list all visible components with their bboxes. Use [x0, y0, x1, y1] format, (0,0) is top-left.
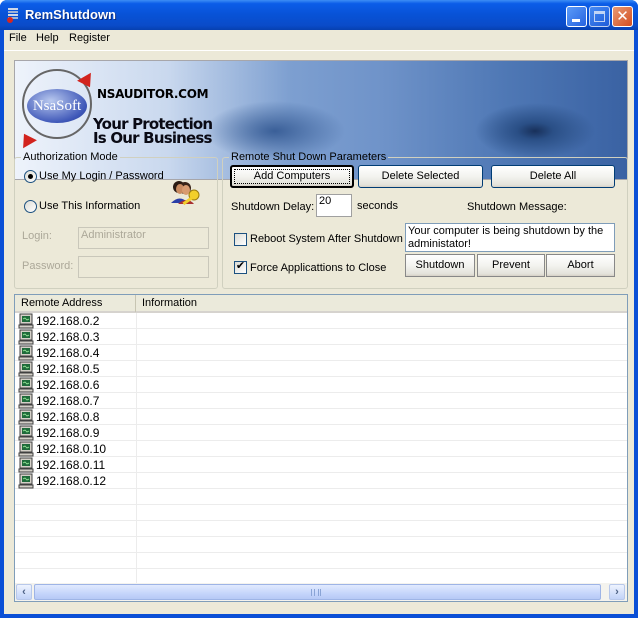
computers-list[interactable]: Remote Address Information 192.168.0.2 19…	[14, 294, 628, 602]
computer-icon	[18, 377, 34, 393]
radio-selected-dot	[28, 174, 33, 179]
menu-help[interactable]: Help	[36, 32, 59, 44]
logo-arrow-icon	[17, 129, 37, 149]
list-row[interactable]: 192.168.0.11	[15, 457, 627, 473]
minimize-icon	[572, 19, 580, 22]
remote-address: 192.168.0.12	[36, 474, 107, 488]
shutdown-delay-input[interactable]: 20	[316, 194, 352, 217]
password-input[interactable]	[78, 256, 209, 278]
computer-icon	[18, 345, 34, 361]
shutdown-message-label: Shutdown Message:	[467, 201, 567, 213]
password-label: Password:	[22, 260, 74, 272]
shutdown-message-input[interactable]: Your computer is being shutdown by the a…	[405, 223, 615, 252]
list-row[interactable]: 192.168.0.9	[15, 425, 627, 441]
computer-icon	[18, 313, 34, 329]
computer-icon	[18, 457, 34, 473]
brand-tagline: Your Protection Is Our Business	[93, 117, 213, 147]
abort-button[interactable]: Abort	[546, 254, 615, 277]
remote-address: 192.168.0.5	[36, 362, 100, 376]
column-divider	[136, 313, 137, 583]
column-remote-address[interactable]: Remote Address	[15, 295, 136, 312]
add-computers-button[interactable]: Add Computers	[230, 165, 354, 188]
computer-icon	[18, 361, 34, 377]
parameters-legend: Remote Shut Down Parameters	[231, 151, 387, 163]
app-window: RemShutdown ✕ File Help Register NsaSoft…	[0, 0, 638, 618]
close-icon: ✕	[616, 8, 629, 25]
prevent-button[interactable]: Prevent	[477, 254, 545, 277]
scroll-thumb[interactable]	[34, 584, 601, 600]
authorization-legend: Authorization Mode	[23, 151, 118, 163]
list-row[interactable]: 192.168.0.5	[15, 361, 627, 377]
remote-address: 192.168.0.3	[36, 330, 100, 344]
remote-address: 192.168.0.4	[36, 346, 100, 360]
minimize-button[interactable]	[566, 6, 587, 27]
grip-icon	[311, 589, 321, 596]
empty-row	[15, 489, 627, 505]
list-row[interactable]: 192.168.0.2	[15, 313, 627, 329]
nsasoft-logo: NsaSoft	[27, 89, 87, 123]
list-row[interactable]: 192.168.0.12	[15, 473, 627, 489]
computer-icon	[18, 473, 34, 489]
radio-use-my-login-label[interactable]: Use My Login / Password	[39, 170, 164, 182]
reboot-label[interactable]: Reboot System After Shutdown	[250, 233, 403, 245]
client-area: File Help Register NsaSoft NSAUDITOR.COM…	[4, 30, 634, 614]
brand-site: NSAUDITOR.COM	[97, 87, 209, 101]
delete-selected-button[interactable]: Delete Selected	[358, 165, 483, 188]
computer-icon	[18, 425, 34, 441]
scroll-right-button[interactable]: ›	[609, 584, 625, 600]
computer-icon	[18, 329, 34, 345]
app-shutdown-icon	[7, 8, 18, 23]
remote-address: 192.168.0.2	[36, 314, 100, 328]
maximize-icon	[594, 11, 605, 22]
force-close-checkbox[interactable]: ✔	[234, 260, 247, 274]
users-key-icon	[171, 181, 200, 206]
list-body: 192.168.0.2 192.168.0.3 192.168.0.4 192.168…	[15, 313, 627, 583]
empty-row	[15, 553, 627, 569]
window-title: RemShutdown	[25, 7, 116, 22]
remote-address: 192.168.0.8	[36, 410, 100, 424]
computer-icon	[18, 441, 34, 457]
shutdown-delay-label: Shutdown Delay:	[231, 201, 315, 213]
computer-icon	[18, 393, 34, 409]
list-row[interactable]: 192.168.0.7	[15, 393, 627, 409]
list-row[interactable]: 192.168.0.3	[15, 329, 627, 345]
remote-address: 192.168.0.7	[36, 394, 100, 408]
column-information[interactable]: Information	[136, 295, 627, 312]
list-row[interactable]: 192.168.0.4	[15, 345, 627, 361]
reboot-checkbox[interactable]	[234, 233, 247, 246]
list-row[interactable]: 192.168.0.8	[15, 409, 627, 425]
empty-row	[15, 537, 627, 553]
menu-register[interactable]: Register	[69, 32, 110, 44]
empty-row	[15, 521, 627, 537]
remote-address: 192.168.0.10	[36, 442, 107, 456]
horizontal-scrollbar[interactable]: ‹ ›	[15, 583, 627, 601]
computer-icon	[18, 409, 34, 425]
tagline-line-2: Is Our Business	[93, 129, 212, 147]
maximize-button[interactable]	[589, 6, 610, 27]
delete-all-button[interactable]: Delete All	[491, 165, 615, 188]
remote-address: 192.168.0.9	[36, 426, 100, 440]
login-input[interactable]: Administrator	[78, 227, 209, 249]
empty-row	[15, 569, 627, 583]
login-label: Login:	[22, 230, 52, 242]
remote-address: 192.168.0.6	[36, 378, 100, 392]
radio-use-my-login[interactable]	[24, 170, 37, 183]
menu-bar: File Help Register	[4, 30, 634, 48]
menu-file[interactable]: File	[9, 32, 27, 44]
seconds-label: seconds	[357, 200, 398, 212]
force-close-label[interactable]: Force Applicattions to Close	[250, 262, 386, 274]
scroll-left-button[interactable]: ‹	[16, 584, 32, 600]
list-header: Remote Address Information	[15, 295, 627, 313]
shutdown-button[interactable]: Shutdown	[405, 254, 475, 277]
list-row[interactable]: 192.168.0.6	[15, 377, 627, 393]
radio-use-this-info[interactable]	[24, 200, 37, 213]
title-bar[interactable]: RemShutdown ✕	[0, 0, 638, 30]
radio-use-this-info-label[interactable]: Use This Information	[39, 200, 140, 212]
close-button[interactable]: ✕	[612, 6, 633, 27]
remote-address: 192.168.0.11	[36, 458, 106, 472]
checkmark-icon: ✔	[235, 260, 246, 272]
menu-divider	[4, 50, 634, 51]
empty-row	[15, 505, 627, 521]
list-row[interactable]: 192.168.0.10	[15, 441, 627, 457]
